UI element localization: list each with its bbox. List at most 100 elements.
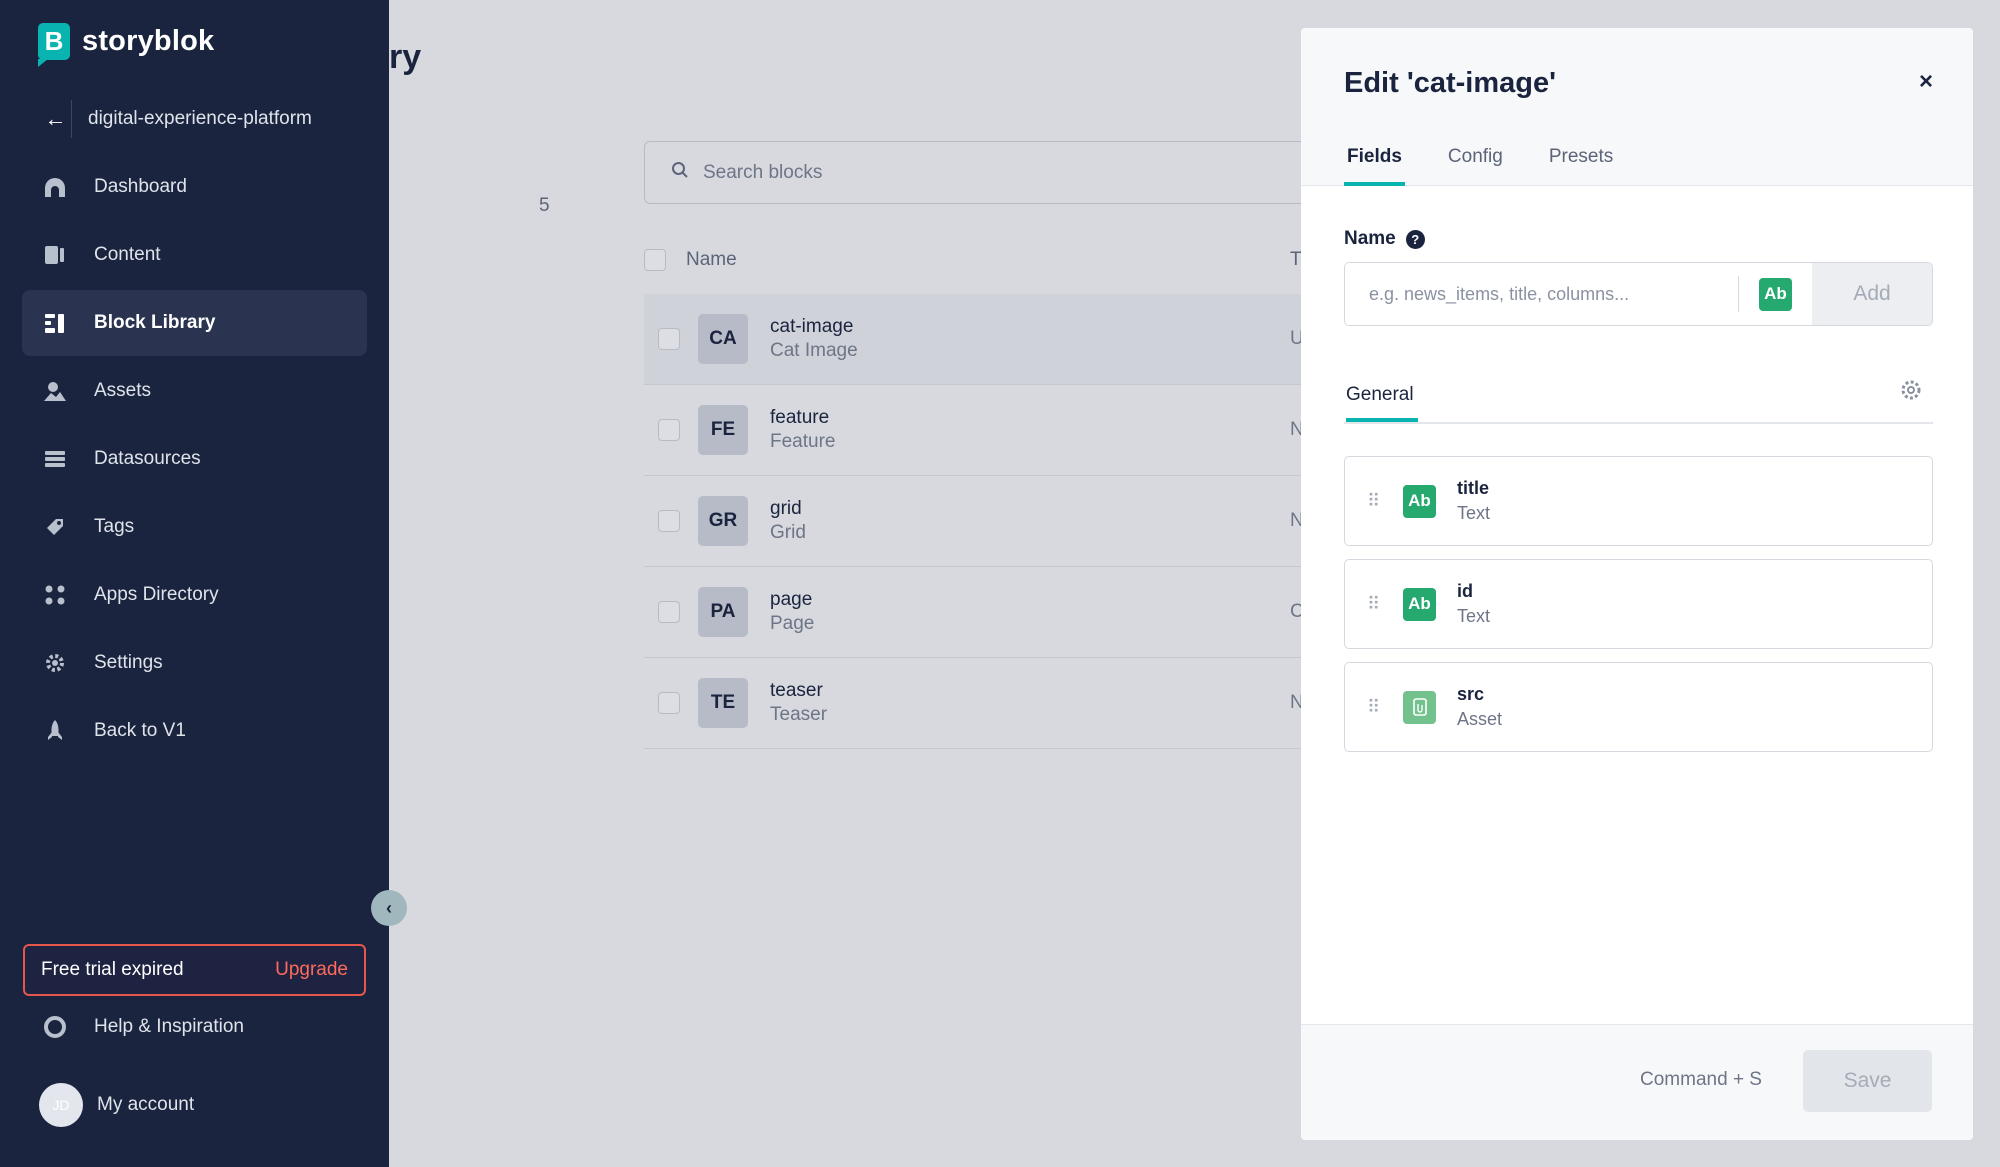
- block-display-name: Cat Image: [770, 340, 858, 361]
- apps-icon: [42, 582, 68, 608]
- text-type-icon: Ab: [1759, 277, 1792, 311]
- asset-type-icon: [1403, 690, 1436, 724]
- logo-icon: B: [38, 23, 70, 67]
- sidebar-item-tags[interactable]: Tags: [22, 494, 367, 560]
- text-type-icon: Ab: [1403, 484, 1436, 518]
- block-library-icon: [42, 310, 68, 336]
- tab-presets[interactable]: Presets: [1546, 146, 1616, 186]
- sidebar-item-assets[interactable]: Assets: [22, 358, 367, 424]
- block-name: grid: [770, 498, 802, 519]
- help-inspiration-link[interactable]: Help & Inspiration: [42, 1014, 244, 1040]
- sidebar-item-label: Assets: [94, 380, 152, 401]
- block-name: cat-image: [770, 316, 854, 337]
- search-icon: [671, 161, 689, 185]
- drag-handle-icon[interactable]: ⠿: [1367, 594, 1387, 615]
- table-row[interactable]: TE teaser Teaser N: [644, 658, 1324, 749]
- field-list: ⠿ Ab title Text ⠿ Ab id Text ⠿ src Asset: [1344, 456, 1933, 765]
- block-badge: CA: [698, 314, 748, 364]
- trial-banner[interactable]: Free trial expired Upgrade: [23, 944, 366, 996]
- tab-general[interactable]: General: [1346, 384, 1418, 422]
- help-label: Help & Inspiration: [94, 1016, 244, 1037]
- sidebar-item-apps-directory[interactable]: Apps Directory: [22, 562, 367, 628]
- row-checkbox[interactable]: [658, 419, 680, 441]
- back-arrow-icon[interactable]: ←: [40, 100, 72, 138]
- dashboard-icon: [42, 174, 68, 200]
- field-item-src[interactable]: ⠿ src Asset: [1344, 662, 1933, 752]
- assets-icon: [42, 378, 68, 404]
- table-row[interactable]: GR grid Grid N: [644, 476, 1324, 567]
- drag-handle-icon[interactable]: ⠿: [1367, 697, 1387, 718]
- datasources-icon: [42, 446, 68, 472]
- column-name[interactable]: Name: [686, 249, 737, 271]
- group-settings-icon[interactable]: [1899, 378, 1923, 409]
- field-type: Text: [1457, 606, 1491, 626]
- drag-handle-icon[interactable]: ⠿: [1367, 491, 1387, 512]
- name-label: Name ?: [1344, 228, 1425, 250]
- panel-title: Edit 'cat-image': [1344, 67, 1557, 99]
- field-name: title: [1457, 478, 1490, 498]
- help-icon[interactable]: ?: [1405, 229, 1425, 249]
- block-list: CA cat-image Cat Image U FE feature Feat…: [644, 294, 1324, 749]
- sidebar-item-label: Block Library: [94, 312, 216, 333]
- block-name: page: [770, 589, 813, 610]
- block-name: teaser: [770, 680, 823, 701]
- sidebar-item-content[interactable]: Content: [22, 222, 367, 288]
- block-badge: PA: [698, 587, 748, 637]
- sidebar-item-label: Dashboard: [94, 176, 187, 197]
- table-row[interactable]: CA cat-image Cat Image U: [644, 294, 1324, 385]
- field-type-picker[interactable]: Ab: [1738, 276, 1812, 312]
- new-field-row: Ab Add: [1344, 262, 1933, 326]
- sidebar-item-label: Apps Directory: [94, 584, 219, 605]
- page-title: ry: [389, 38, 422, 76]
- sidebar-item-label: Datasources: [94, 448, 201, 469]
- block-badge: GR: [698, 496, 748, 546]
- rocket-icon: [42, 718, 68, 744]
- table-row[interactable]: FE feature Feature N: [644, 385, 1324, 476]
- search-blocks[interactable]: [644, 141, 1344, 204]
- table-header: Name T: [644, 240, 1324, 280]
- field-item-id[interactable]: ⠿ Ab id Text: [1344, 559, 1933, 649]
- table-row[interactable]: PA page Page C: [644, 567, 1324, 658]
- panel-footer: Command + S Save: [1301, 1024, 1973, 1140]
- row-checkbox[interactable]: [658, 510, 680, 532]
- field-item-title[interactable]: ⠿ Ab title Text: [1344, 456, 1933, 546]
- tab-config[interactable]: Config: [1445, 146, 1506, 186]
- row-checkbox[interactable]: [658, 328, 680, 350]
- name-label-text: Name: [1344, 228, 1396, 249]
- space-switcher[interactable]: ← digital-experience-platform: [40, 100, 365, 138]
- select-all-checkbox[interactable]: [644, 249, 666, 271]
- column-type[interactable]: T: [1290, 249, 1302, 271]
- sidebar-item-back-to-v1[interactable]: Back to V1: [22, 698, 367, 764]
- storyblok-logo[interactable]: B storyblok: [38, 23, 214, 67]
- account-menu[interactable]: JD My account: [39, 1083, 194, 1127]
- upgrade-link[interactable]: Upgrade: [275, 959, 348, 981]
- sidebar-item-label: Back to V1: [94, 720, 186, 741]
- text-type-icon: Ab: [1403, 587, 1436, 621]
- field-type: Text: [1457, 503, 1491, 523]
- save-button[interactable]: Save: [1803, 1050, 1932, 1112]
- sidebar: B storyblok ← digital-experience-platfor…: [0, 0, 389, 1167]
- block-display-name: Grid: [770, 522, 806, 543]
- block-display-name: Teaser: [770, 704, 828, 725]
- tab-fields[interactable]: Fields: [1344, 146, 1405, 186]
- field-name: id: [1457, 581, 1473, 601]
- add-field-button[interactable]: Add: [1812, 263, 1932, 325]
- tags-icon: [42, 514, 68, 540]
- field-name-input[interactable]: [1345, 263, 1738, 325]
- close-icon[interactable]: ×: [1919, 68, 1933, 96]
- account-label: My account: [97, 1094, 195, 1115]
- row-checkbox[interactable]: [658, 692, 680, 714]
- sidebar-item-dashboard[interactable]: Dashboard: [22, 154, 367, 220]
- field-group-tabs: General: [1344, 380, 1933, 424]
- collapse-sidebar-button[interactable]: ‹: [371, 890, 407, 926]
- lifebuoy-icon: [42, 1014, 68, 1040]
- field-name: src: [1457, 684, 1485, 704]
- sidebar-item-label: Content: [94, 244, 161, 265]
- sidebar-item-datasources[interactable]: Datasources: [22, 426, 367, 492]
- sidebar-item-block-library[interactable]: Block Library: [22, 290, 367, 356]
- sidebar-item-label: Settings: [94, 652, 163, 673]
- main-nav: Dashboard Content Block Library Assets D…: [22, 154, 367, 766]
- row-checkbox[interactable]: [658, 601, 680, 623]
- search-input[interactable]: [703, 161, 1103, 184]
- sidebar-item-settings[interactable]: Settings: [22, 630, 367, 696]
